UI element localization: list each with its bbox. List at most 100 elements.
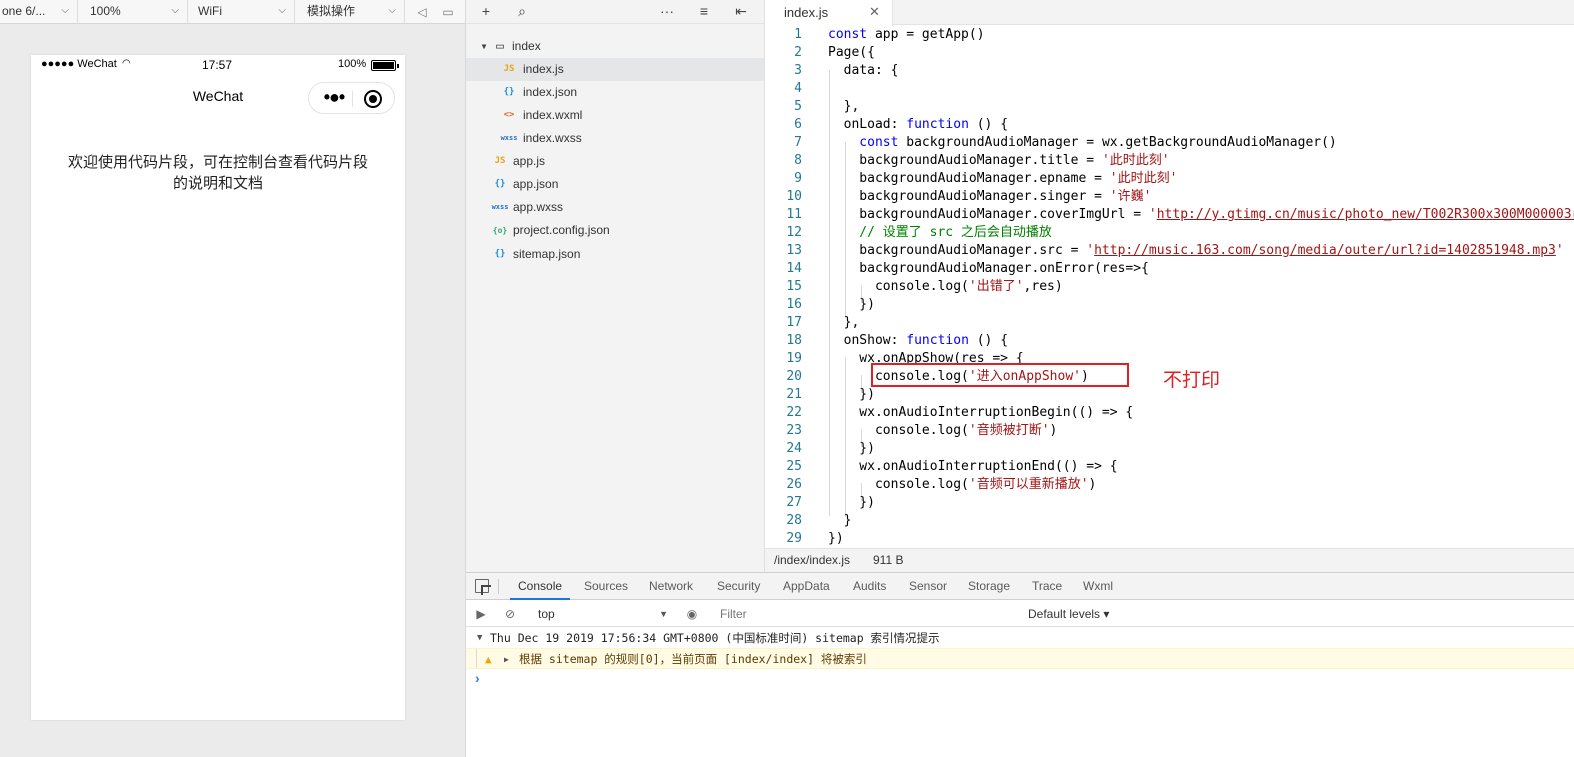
levels-select[interactable]: Default levels ▾ — [1028, 606, 1109, 622]
highlight-box — [871, 363, 1129, 387]
tree-item-index-wxss[interactable]: wxss index.wxss — [466, 127, 764, 150]
tree-item-index-json[interactable]: {} index.json — [466, 81, 764, 104]
simulator-panel: one 6/... ⌵ 100% ⌵ WiFi ⌵ 模拟操作 ⌵ ◁ ▭ ●●●… — [0, 0, 465, 757]
tree-folder-index[interactable]: ▼ ▭ index — [466, 35, 764, 58]
tree-item-label: index.wxml — [523, 108, 583, 122]
code-line-3: data: { — [828, 63, 899, 78]
line-number: 25 — [786, 459, 802, 474]
inspect-element-icon[interactable] — [475, 579, 491, 595]
add-icon[interactable]: + — [478, 3, 494, 19]
annotation-label: 不打印 — [1163, 369, 1221, 391]
tab-appdata[interactable]: AppData — [783, 573, 830, 600]
tab-sources[interactable]: Sources — [584, 573, 628, 600]
folder-icon: ▭ — [496, 39, 504, 54]
tab-console[interactable]: Console — [509, 573, 571, 600]
code-line-28: } — [828, 513, 852, 528]
divider — [498, 579, 499, 594]
line-number: 21 — [786, 387, 802, 402]
file-explorer: + ⌕ ··· ≡ ⇤ ▼ ▭ index JS index.js {} ind… — [465, 0, 766, 572]
warning-icon: ▲ — [485, 653, 492, 666]
code-line-10: backgroundAudioManager.singer = '许巍' — [828, 189, 1152, 204]
more-icon[interactable]: ··· — [659, 3, 675, 19]
tree-item-label: app.js — [513, 154, 546, 168]
tab-sensor[interactable]: Sensor — [909, 573, 947, 600]
devtools-tabbar: Console Sources Network Security AppData… — [466, 573, 1574, 600]
tree-item-project-config[interactable]: {o} project.config.json — [466, 219, 764, 242]
operation-select[interactable]: 模拟操作 ⌵ — [295, 0, 405, 24]
device-select[interactable]: one 6/... ⌵ — [0, 0, 78, 24]
line-number: 2 — [794, 45, 802, 60]
tab-trace[interactable]: Trace — [1032, 573, 1062, 600]
log-warning-row[interactable]: ▲ ▶ 根据 sitemap 的规则[0]，当前页面 [index/index]… — [466, 648, 1574, 669]
clear-console-icon[interactable]: ⊘ — [502, 606, 518, 622]
line-number: 24 — [786, 441, 802, 456]
device-select-label: one 6/... — [2, 4, 46, 18]
collapse-panel-icon[interactable]: ⇤ — [733, 3, 749, 19]
line-number: 20 — [786, 369, 802, 384]
zoom-select[interactable]: 100% ⌵ — [78, 0, 188, 24]
network-select[interactable]: WiFi ⌵ — [188, 0, 295, 24]
tab-security[interactable]: Security — [717, 573, 760, 600]
window-icon[interactable]: ▭ — [440, 4, 456, 20]
code-area[interactable]: 1 2 3 4 5 6 7 8 9 10 11 12 13 14 15 16 1… — [765, 26, 1574, 548]
tree-item-index-wxml[interactable]: <> index.wxml — [466, 104, 764, 127]
close-target-icon[interactable] — [364, 90, 382, 108]
tab-wxml[interactable]: Wxml — [1083, 573, 1113, 600]
tree-item-sitemap-json[interactable]: {} sitemap.json — [466, 243, 764, 266]
capsule-divider — [352, 91, 353, 107]
line-number: 1 — [794, 27, 802, 42]
line-number: 17 — [786, 315, 802, 330]
line-number: 15 — [786, 279, 802, 294]
tree-item-label: app.json — [513, 177, 559, 191]
log-group-row[interactable]: ▼ Thu Dec 19 2019 17:56:34 GMT+0800 (中国标… — [466, 628, 1574, 648]
code-line-2: Page({ — [828, 45, 875, 60]
chevron-down-icon: ⌵ — [278, 5, 286, 16]
context-select[interactable]: top ▼ — [538, 606, 668, 622]
tree-item-label: app.wxss — [513, 200, 564, 214]
tab-network[interactable]: Network — [649, 573, 693, 600]
line-number: 28 — [786, 513, 802, 528]
file-size: 911 B — [873, 553, 904, 567]
tab-label: index.js — [784, 5, 829, 20]
line-number: 13 — [786, 243, 802, 258]
tab-index-js[interactable]: index.js ✕ — [765, 0, 893, 26]
eye-icon[interactable]: ◉ — [684, 606, 700, 622]
json-icon: {} — [494, 179, 506, 189]
tree-item-app-json[interactable]: {} app.json — [466, 173, 764, 196]
filter-input[interactable] — [715, 604, 1018, 624]
line-number: 3 — [794, 63, 802, 78]
search-icon[interactable]: ⌕ — [514, 3, 530, 19]
caret-right-icon[interactable]: ▶ — [504, 649, 509, 670]
tree-item-app-wxss[interactable]: wxss app.wxss — [466, 196, 764, 219]
more-dots-icon[interactable]: •●• — [319, 86, 349, 108]
code-line-29: }) — [828, 531, 844, 546]
wxml-icon: <> — [503, 110, 515, 120]
tab-audits[interactable]: Audits — [853, 573, 886, 600]
tree-item-label: index.js — [523, 62, 564, 76]
tab-storage[interactable]: Storage — [968, 573, 1010, 600]
code-line-25: wx.onAudioInterruptionEnd(() => { — [828, 459, 1118, 474]
welcome-text: 欢迎使用代码片段，可在控制台查看代码片段的说明和文档 — [67, 153, 368, 192]
console-prompt-icon[interactable]: › — [475, 670, 480, 686]
context-select-label: top — [538, 607, 555, 621]
line-number: 14 — [786, 261, 802, 276]
code-line-18: onShow: function () { — [828, 333, 1009, 348]
cover-url-link[interactable]: http://y.gtimg.cn/music/photo_new/T002R3… — [1157, 207, 1574, 222]
line-number: 10 — [786, 189, 802, 204]
line-number: 4 — [794, 81, 802, 96]
sort-icon[interactable]: ≡ — [696, 3, 712, 19]
phone-screen: ●●●●● WeChat ◠ 17:57 100% WeChat •●• 欢迎使… — [31, 55, 405, 720]
tree-item-index-js[interactable]: JS index.js — [466, 58, 764, 81]
capsule-menu[interactable]: •●• — [308, 82, 395, 114]
code-line-11: backgroundAudioManager.coverImgUrl = 'ht… — [828, 206, 1574, 224]
code-line-8: backgroundAudioManager.title = '此时此刻' — [828, 153, 1170, 168]
sidebar-toggle-icon[interactable]: ▶ — [473, 606, 489, 622]
close-icon[interactable]: ✕ — [869, 4, 880, 20]
caret-down-icon[interactable]: ▼ — [477, 628, 482, 648]
volume-icon[interactable]: ◁ — [414, 4, 430, 20]
tree-item-app-js[interactable]: JS app.js — [466, 150, 764, 173]
audio-url-link[interactable]: http://music.163.com/song/media/outer/ur… — [1094, 243, 1556, 258]
tree-item-label: index.wxss — [523, 131, 582, 145]
wxss-icon: wxss — [500, 134, 518, 142]
wifi-icon: ◠ — [122, 58, 131, 69]
